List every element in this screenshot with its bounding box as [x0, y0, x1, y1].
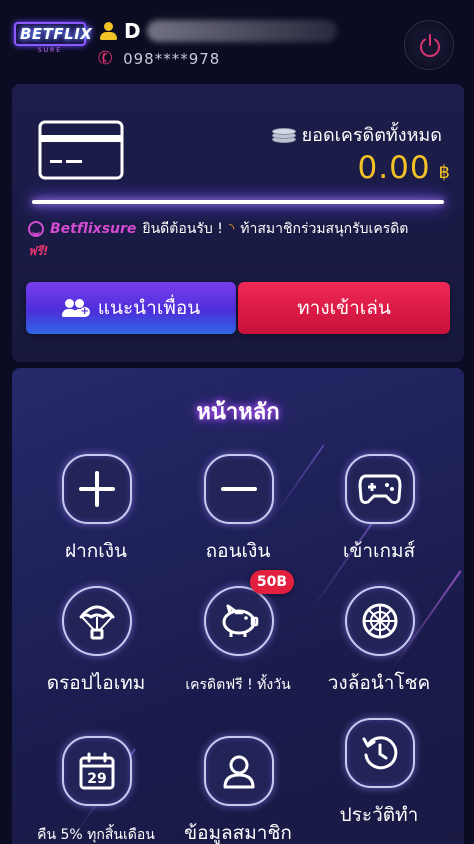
refer-friend-label: แนะนำเพื่อน — [97, 297, 201, 319]
credit-panel: ยอดเครดิตทั้งหมด 0.00 ฿ Betflixsure ยินด… — [12, 84, 464, 362]
phone-number: 098****978 — [123, 49, 221, 68]
rss-icon: ◝ — [228, 221, 235, 237]
username-redacted — [146, 20, 337, 42]
announcement-marquee: Betflixsure ยินดีต้อนรับ ! ◝ ท้าสมาชิกร่… — [28, 218, 448, 262]
menu-label: เครดิตฟรี ! ทั้งวัน — [185, 677, 291, 693]
betflix-logo[interactable]: BETFLIX SURE — [14, 22, 92, 60]
menu-item-withdraw[interactable]: ถอนเงิน — [168, 454, 308, 574]
logo-text: BETFLIX — [14, 22, 92, 46]
menu-item-lucky-wheel[interactable]: วงล้อนำโชค — [309, 586, 449, 706]
menu-item-monthly-cashback[interactable]: 29 คืน 5% ทุกสิ้นเดือน — [26, 736, 166, 844]
menu-label: ข้อมูลสมาชิก — [184, 822, 292, 844]
menu-item-enter-games[interactable]: เข้าเกมส์ — [309, 454, 449, 574]
announcement-welcome: ยินดีต้อนรับ ! — [142, 221, 223, 237]
credit-card-icon — [38, 120, 124, 180]
logout-button[interactable] — [404, 20, 454, 70]
user-icon — [98, 21, 118, 41]
calendar-day: 29 — [87, 771, 106, 787]
menu-item-deposit[interactable]: ฝากเงิน — [26, 454, 166, 574]
plus-icon — [62, 454, 132, 524]
phone-info: ✆ 098****978 — [94, 46, 221, 71]
balance-label: ยอดเครดิตทั้งหมด — [301, 125, 442, 146]
menu-item-drop-item[interactable]: ดรอปไอเทม — [26, 586, 166, 706]
history-icon — [345, 718, 415, 788]
menu-item-history[interactable]: ประวัติทำ — [309, 718, 449, 838]
user-info: D — [98, 18, 337, 44]
refer-friend-button[interactable]: + แนะนำเพื่อน — [26, 282, 236, 334]
menu-label: วงล้อนำโชค — [327, 672, 431, 694]
menu-label: คืน 5% ทุกสิ้นเดือน — [37, 827, 155, 843]
smile-icon — [28, 221, 44, 237]
announcement-brand: Betflixsure — [50, 221, 137, 237]
main-menu-panel: หน้าหลัก ฝากเงิน ถอนเงิน เข้าเกมส์ ดรอปไ… — [12, 368, 464, 844]
announcement-promo: ท้าสมาชิกร่วมสนุกรับเครดิต — [240, 221, 409, 237]
balance-label-row: ยอดเครดิตทั้งหมด — [271, 120, 442, 149]
menu-label: ประวัติทำ — [339, 804, 419, 826]
wheel-icon — [345, 586, 415, 656]
menu-title: หน้าหลัก — [196, 400, 280, 425]
gamepad-icon — [345, 454, 415, 524]
menu-label: ดรอปไอเทม — [46, 672, 146, 694]
parachute-icon — [62, 586, 132, 656]
announcement-free: ฟรี! — [28, 244, 49, 258]
power-icon — [420, 34, 440, 57]
menu-label: เข้าเกมส์ — [342, 540, 416, 562]
free-credit-badge: 50B — [250, 570, 294, 594]
menu-label: ถอนเงิน — [205, 540, 271, 562]
add-friends-icon: + — [61, 297, 90, 319]
glow-divider — [32, 200, 444, 204]
currency-symbol: ฿ — [438, 162, 450, 183]
menu-label: ฝากเงิน — [64, 540, 128, 562]
piggy-bank-icon — [204, 586, 274, 656]
menu-item-free-credit[interactable]: 50B เครดิตฟรี ! ทั้งวัน — [168, 570, 308, 706]
menu-item-member-info[interactable]: ข้อมูลสมาชิก — [168, 736, 308, 844]
user-icon — [204, 736, 274, 806]
play-entrance-button[interactable]: ทางเข้าเล่น — [238, 282, 450, 334]
coins-icon — [271, 127, 296, 143]
logo-subtext: SURE — [37, 47, 63, 54]
calendar-icon: 29 — [62, 736, 132, 806]
phone-icon: ✆ — [94, 46, 117, 71]
top-header: BETFLIX SURE D ✆ 098****978 — [0, 0, 474, 80]
play-entrance-label: ทางเข้าเล่น — [297, 297, 391, 319]
username: D — [124, 19, 141, 43]
minus-icon — [204, 454, 274, 524]
balance-amount: 0.00 — [357, 150, 431, 186]
balance-value: 0.00 ฿ — [358, 150, 450, 186]
